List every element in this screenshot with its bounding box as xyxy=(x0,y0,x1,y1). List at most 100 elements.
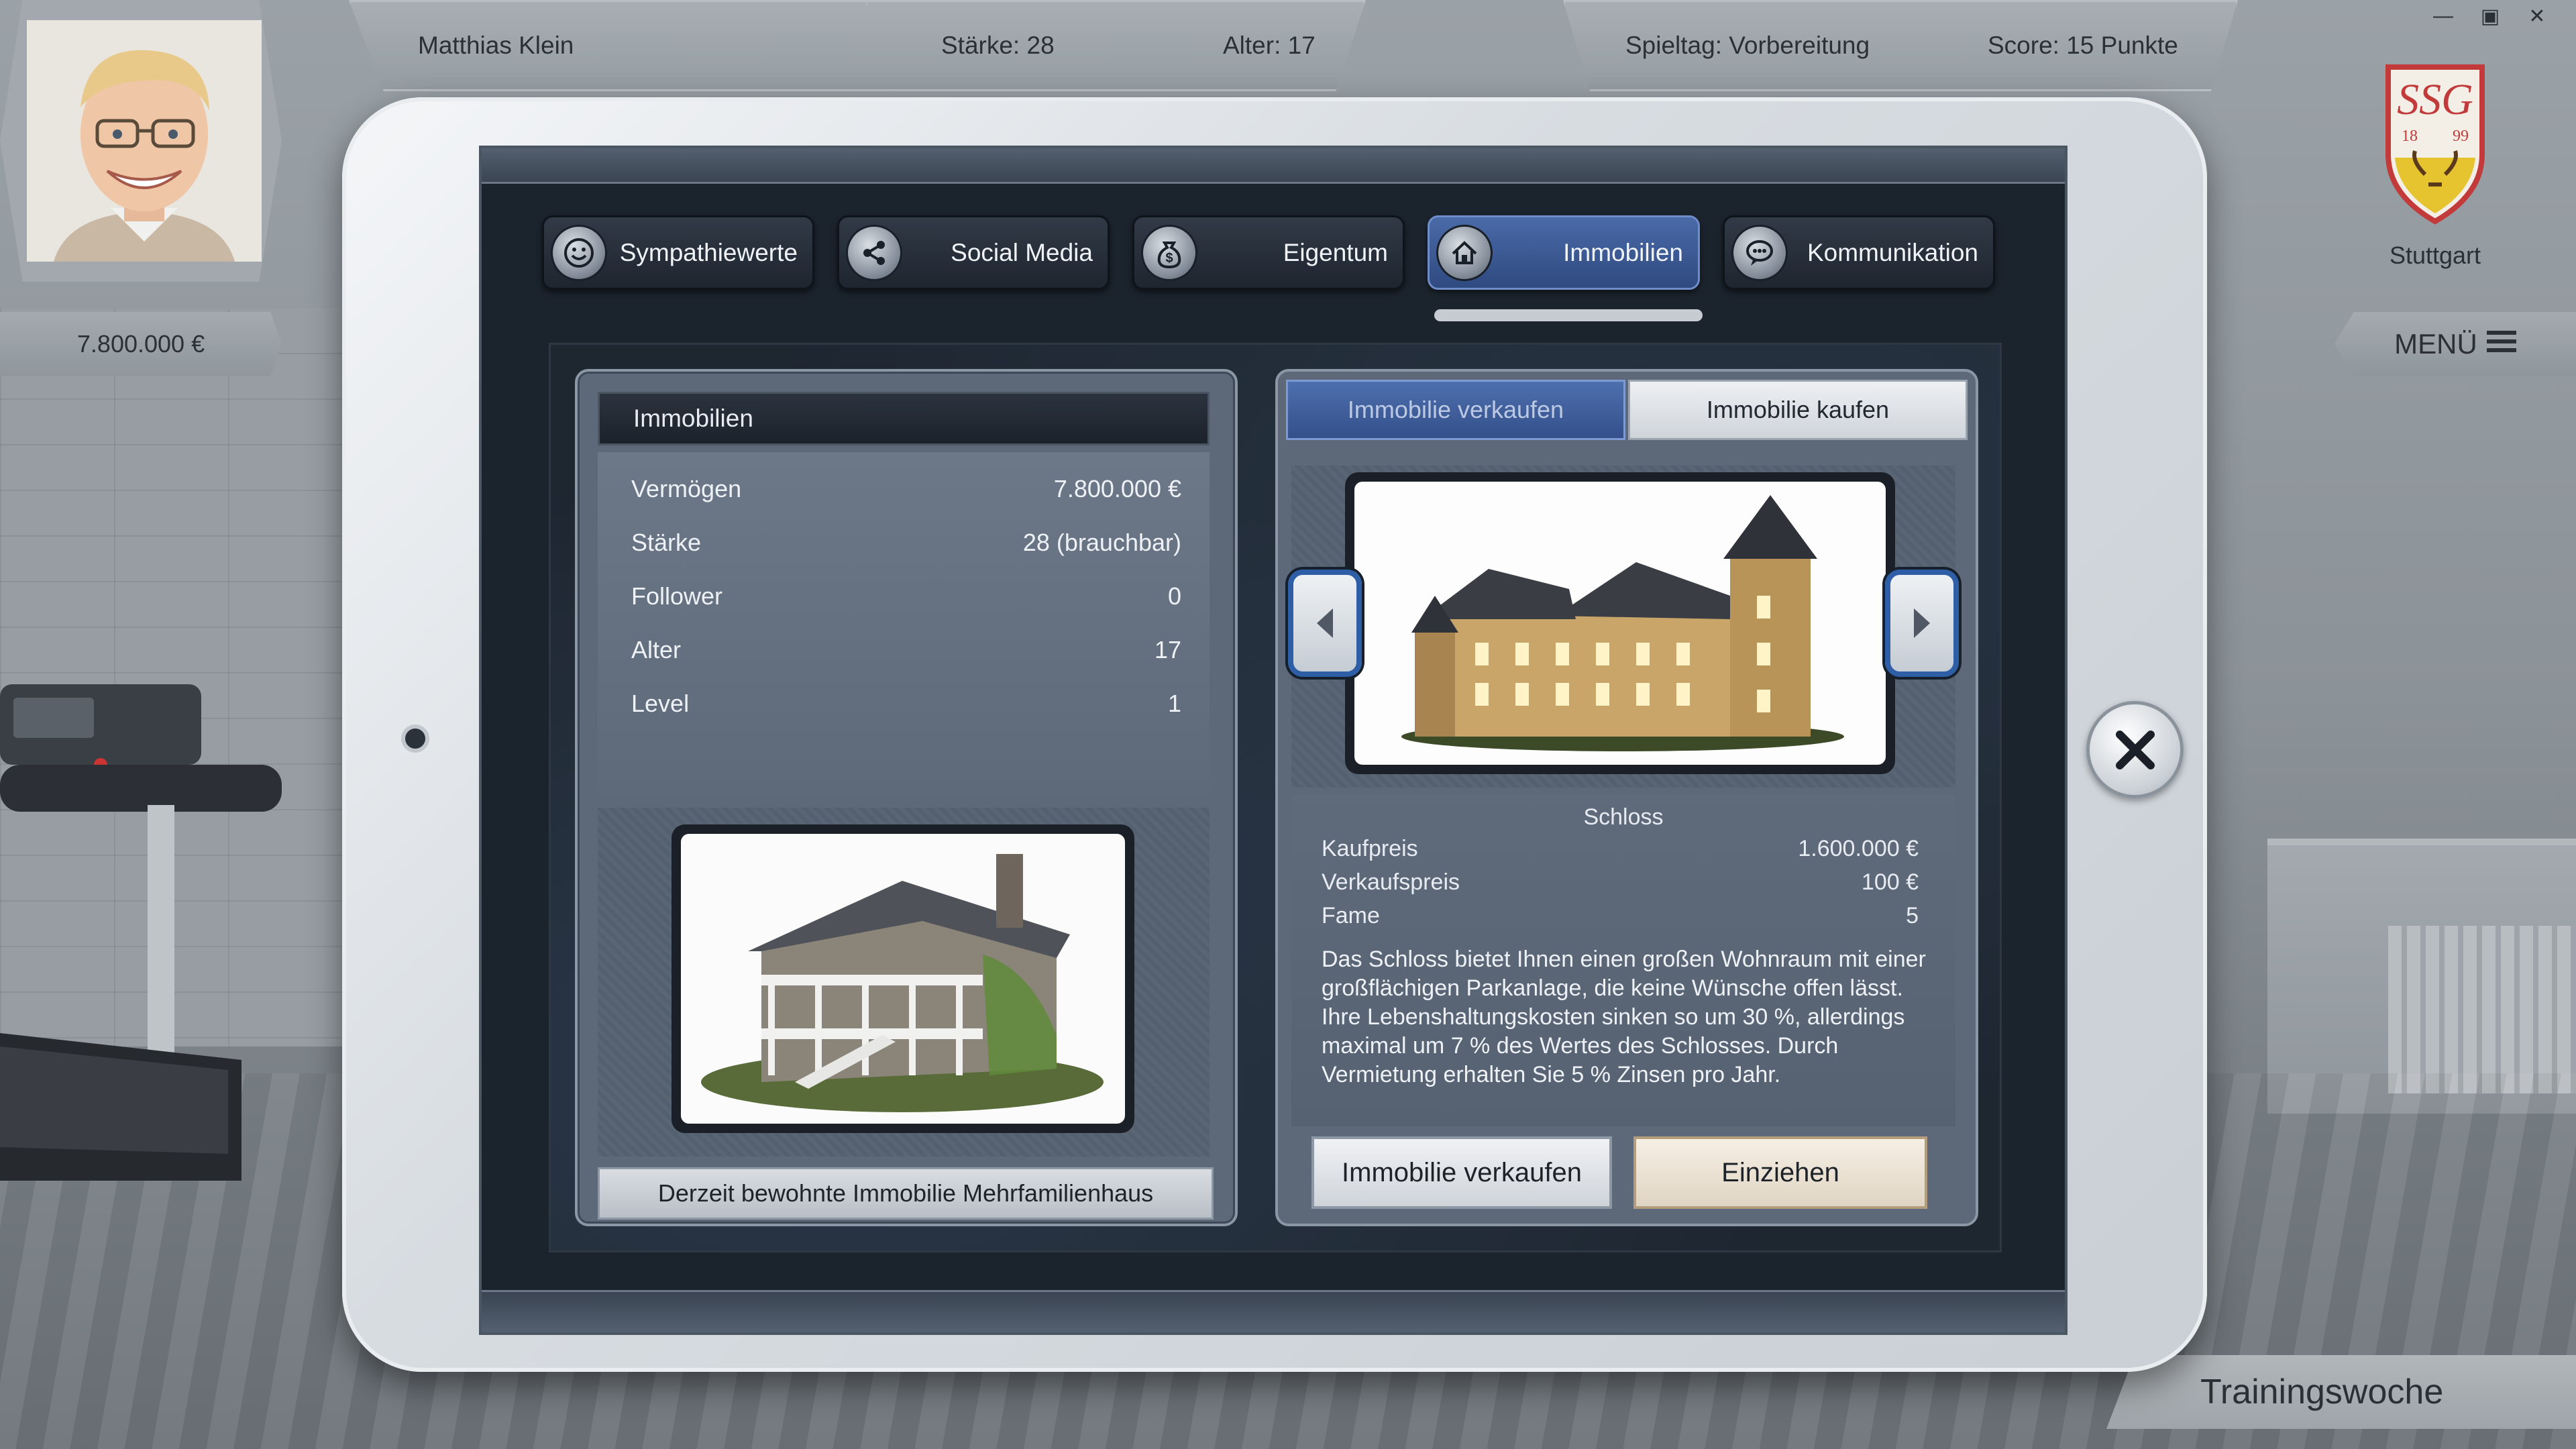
stat-row: Follower 0 xyxy=(631,573,1181,620)
stat-value: 0 xyxy=(1167,582,1181,610)
overview-card: Immobilien Vermögen 7.800.000 € Stärke 2… xyxy=(575,369,1238,1226)
screen-top-bar xyxy=(482,148,2065,184)
apartment-house-image xyxy=(681,834,1125,1124)
share-icon xyxy=(846,224,902,281)
property-info: Schloss Kaufpreis 1.600.000 € Verkaufspr… xyxy=(1291,794,1955,1126)
stat-label: Level xyxy=(631,690,690,717)
info-row: Kaufpreis 1.600.000 € xyxy=(1322,836,1919,862)
property-image-frame xyxy=(1345,472,1895,774)
overview-title-text: Immobilien xyxy=(633,405,753,432)
house-icon xyxy=(1436,224,1493,281)
info-row: Verkaufspreis 100 € xyxy=(1322,869,1919,896)
treadmill-image xyxy=(0,684,282,1181)
stat-label: Alter xyxy=(631,636,682,663)
close-dialog-button[interactable] xyxy=(2086,701,2184,798)
speech-bubble-icon xyxy=(1731,224,1788,281)
week-indicator[interactable]: Trainingswoche xyxy=(2106,1355,2576,1429)
info-value: 5 xyxy=(1906,903,1919,928)
club-name: Stuttgart xyxy=(2389,241,2481,269)
info-value: 100 € xyxy=(1861,869,1919,895)
move-in-button[interactable]: Einziehen xyxy=(1633,1136,1927,1209)
stat-value: 7.800.000 € xyxy=(1053,475,1181,502)
stat-row: Stärke 28 (brauchbar) xyxy=(631,519,1181,566)
property-carousel xyxy=(1288,466,1959,788)
maximize-icon[interactable]: ▣ xyxy=(2469,0,2512,32)
player-age: Alter: 17 xyxy=(1223,32,1316,59)
property-name: Schloss xyxy=(1583,804,1664,830)
tab-immobilien[interactable]: Immobilien xyxy=(1428,215,1700,290)
tab-sell-label: Immobilie verkaufen xyxy=(1347,396,1564,423)
move-in-button-label: Einziehen xyxy=(1721,1157,1839,1187)
tablet-screen: Sympathiewerte Social Media $ Eigentum I… xyxy=(479,146,2068,1335)
tab-social-media[interactable]: Social Media xyxy=(837,215,1110,290)
svg-text:$: $ xyxy=(1165,251,1173,266)
stat-label: Stärke xyxy=(631,529,702,556)
current-property-image-area xyxy=(598,808,1210,1157)
current-property-frame xyxy=(672,824,1134,1133)
sell-property-button[interactable]: Immobilie verkaufen xyxy=(1311,1136,1612,1209)
stat-row: Vermögen 7.800.000 € xyxy=(631,466,1181,513)
category-tabs: Sympathiewerte Social Media $ Eigentum I… xyxy=(542,215,2018,296)
tab-label: Kommunikation xyxy=(1807,238,1978,266)
svg-text:18: 18 xyxy=(2402,127,2418,145)
content-area: Immobilien Vermögen 7.800.000 € Stärke 2… xyxy=(549,343,2002,1252)
menu-label: MENÜ xyxy=(2394,327,2477,360)
money-value: 7.800.000 € xyxy=(76,329,205,358)
tab-buy-property[interactable]: Immobilie kaufen xyxy=(1628,380,1968,440)
week-label: Trainingswoche xyxy=(2200,1373,2444,1411)
chevron-right-icon xyxy=(1914,608,1930,638)
stat-label: Follower xyxy=(631,582,723,610)
current-property-label: Derzeit bewohnte Immobilie Mehrfamilienh… xyxy=(598,1167,1214,1220)
info-label: Fame xyxy=(1322,903,1380,928)
carousel-next-button[interactable] xyxy=(1885,570,1959,677)
player-portrait-frame xyxy=(0,0,282,282)
tablet-camera xyxy=(405,729,425,749)
hamburger-icon xyxy=(2486,328,2516,360)
info-label: Kaufpreis xyxy=(1322,836,1418,861)
smiley-icon xyxy=(551,224,607,281)
tab-label: Eigentum xyxy=(1283,238,1388,266)
game-status-panel: Spieltag: Vorbereitung Score: 15 Punkte xyxy=(1563,0,2238,91)
tab-label: Sympathiewerte xyxy=(619,238,798,266)
player-avatar[interactable] xyxy=(27,20,262,262)
window-close-icon[interactable]: ✕ xyxy=(2516,0,2559,32)
money-display: 7.800.000 € xyxy=(0,312,282,376)
property-description: Das Schloss bietet Ihnen einen großen Wo… xyxy=(1322,947,1926,1087)
sell-button-label: Immobilie verkaufen xyxy=(1342,1157,1582,1187)
menu-button[interactable]: MENÜ xyxy=(2334,312,2576,376)
radiator xyxy=(2388,926,2576,1093)
player-name-panel: Matthias Klein xyxy=(349,0,930,91)
svg-text:99: 99 xyxy=(2453,127,2469,145)
castle-image xyxy=(1354,482,1886,765)
player-stats-panel: Stärke: 28 Alter: 17 xyxy=(865,0,1366,91)
matchday-label: Spieltag: Vorbereitung xyxy=(1625,32,1870,59)
stat-label: Vermögen xyxy=(631,475,742,502)
stats-list: Vermögen 7.800.000 € Stärke 28 (brauchba… xyxy=(598,452,1210,794)
carousel-prev-button[interactable] xyxy=(1288,570,1362,677)
info-row: Fame 5 xyxy=(1322,903,1919,929)
current-property-text: Derzeit bewohnte Immobilie Mehrfamilienh… xyxy=(657,1179,1154,1207)
close-icon xyxy=(2115,730,2155,769)
chevron-left-icon xyxy=(1317,608,1333,638)
club-badge[interactable]: SSG 18 99 Stuttgart xyxy=(2294,40,2576,295)
tab-kommunikation[interactable]: Kommunikation xyxy=(1723,215,1995,290)
info-label: Verkaufspreis xyxy=(1322,869,1460,895)
tab-sell-property[interactable]: Immobilie verkaufen xyxy=(1286,380,1625,440)
svg-text:SSG: SSG xyxy=(2397,75,2473,124)
stat-value: 17 xyxy=(1154,636,1181,663)
property-detail-card: Immobilie verkaufen Immobilie kaufen Sch… xyxy=(1275,369,1978,1226)
tab-label: Social Media xyxy=(951,238,1093,266)
stat-value: 1 xyxy=(1167,690,1181,717)
screen-bottom-bar xyxy=(482,1290,2065,1332)
stat-value: 28 (brauchbar) xyxy=(1022,529,1181,556)
tab-sympathiewerte[interactable]: Sympathiewerte xyxy=(542,215,814,290)
overview-title: Immobilien xyxy=(598,392,1210,445)
minimize-icon[interactable]: — xyxy=(2422,0,2465,32)
tab-eigentum[interactable]: $ Eigentum xyxy=(1132,215,1405,290)
tab-label: Immobilien xyxy=(1563,238,1683,266)
tab-buy-label: Immobilie kaufen xyxy=(1706,396,1890,423)
stat-row: Level 1 xyxy=(631,680,1181,727)
player-name: Matthias Klein xyxy=(418,32,574,59)
active-tab-indicator xyxy=(1434,309,1703,321)
score-label: Score: 15 Punkte xyxy=(1988,32,2178,59)
